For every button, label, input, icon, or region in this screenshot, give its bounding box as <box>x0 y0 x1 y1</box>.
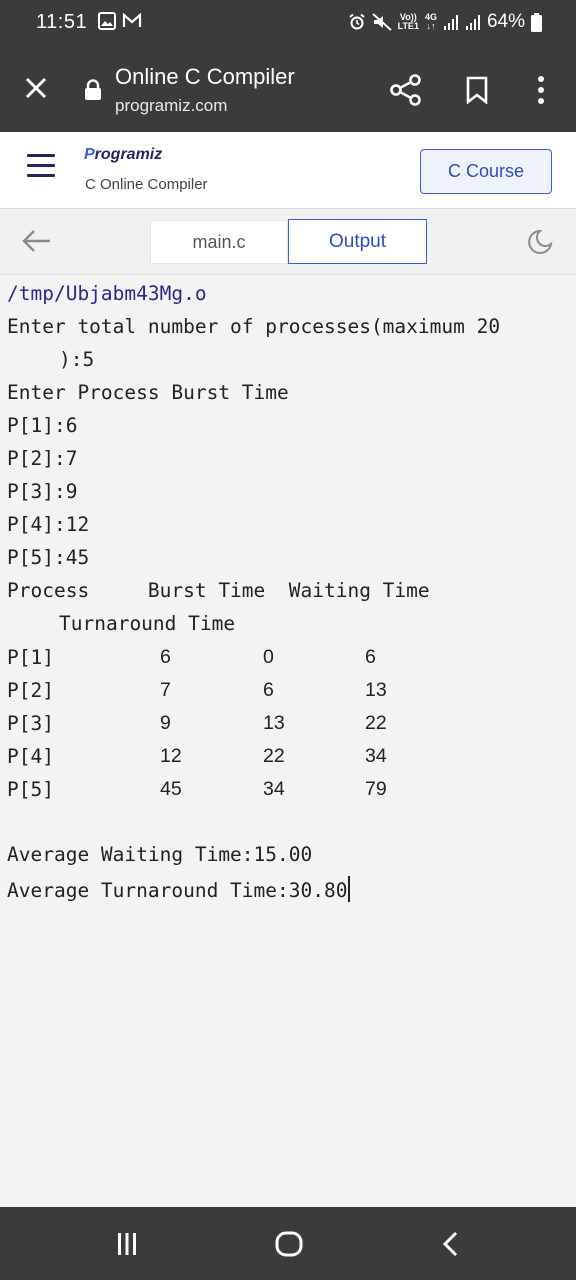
row-waiting: 0 <box>263 646 274 668</box>
status-right: Vo)) LTE1 4G ↓↑ 64% <box>348 11 542 33</box>
row-waiting: 34 <box>263 778 285 800</box>
row-process: P[1] <box>7 646 54 669</box>
output-console[interactable]: /tmp/Ubjabm43Mg.o Enter total number of … <box>0 276 576 1206</box>
output-path: /tmp/Ubjabm43Mg.o <box>7 282 207 305</box>
moon-icon[interactable] <box>526 228 554 256</box>
site-header: Programiz C Online Compiler C Course <box>0 132 576 209</box>
more-icon[interactable] <box>536 74 546 106</box>
volte-bottom: LTE1 <box>397 21 419 31</box>
page-title: Online C Compiler <box>115 64 295 89</box>
status-time: 11:51 <box>36 11 88 33</box>
text-cursor <box>348 876 351 902</box>
tab-main-c[interactable]: main.c <box>150 220 288 264</box>
row-waiting: 22 <box>263 745 285 767</box>
notification-icons <box>98 12 142 30</box>
output-table-header: Process Burst Time Waiting Time <box>7 579 430 602</box>
output-avg-turnaround-line: Average Turnaround Time:30.80 <box>7 876 351 902</box>
android-nav-bar <box>0 1207 576 1280</box>
row-turnaround: 6 <box>365 646 376 668</box>
output-table-header-wrap: Turnaround Time <box>59 612 236 635</box>
output-input-line: P[1]:6 <box>7 414 78 437</box>
row-turnaround: 22 <box>365 712 387 734</box>
menu-icon[interactable] <box>27 154 55 180</box>
page-url[interactable]: programiz.com <box>115 96 227 116</box>
row-turnaround: 79 <box>365 778 387 800</box>
data-arrows-icon: ↓↑ <box>426 21 436 31</box>
gallery-notification-icon <box>98 12 116 30</box>
output-input-line: P[2]:7 <box>7 447 78 470</box>
status-bar: 11:51 Vo)) LTE1 4G ↓↑ 64% <box>0 0 576 46</box>
home-icon[interactable] <box>275 1231 303 1257</box>
battery-percent: 64% <box>486 11 525 32</box>
output-input-line: P[4]:12 <box>7 513 90 536</box>
alarm-icon <box>348 13 365 30</box>
lock-icon[interactable] <box>84 79 102 101</box>
row-burst: 7 <box>160 679 171 701</box>
output-avg-turnaround: Average Turnaround Time:30.80 <box>7 879 348 902</box>
mute-icon <box>371 13 392 31</box>
row-waiting: 13 <box>263 712 285 734</box>
row-burst: 6 <box>160 646 171 668</box>
c-course-button[interactable]: C Course <box>420 149 552 194</box>
programiz-logo[interactable]: Programiz <box>84 146 162 164</box>
output-input-line: P[3]:9 <box>7 480 78 503</box>
gmail-notification-icon <box>122 13 142 27</box>
output-input-line: P[5]:45 <box>7 546 90 569</box>
bookmark-icon[interactable] <box>465 76 489 104</box>
volte-indicator: Vo)) LTE1 <box>398 13 419 31</box>
back-icon[interactable] <box>441 1231 459 1257</box>
browser-toolbar: Online C Compiler programiz.com <box>0 46 576 132</box>
tab-output[interactable]: Output <box>288 219 427 264</box>
output-prompt-line2: ):5 <box>59 348 95 371</box>
editor-tab-bar: main.c Output <box>0 209 576 275</box>
row-process: P[5] <box>7 778 54 801</box>
row-turnaround: 34 <box>365 745 387 767</box>
network-indicator: 4G ↓↑ <box>425 13 437 31</box>
back-arrow-icon[interactable] <box>20 227 52 255</box>
row-process: P[4] <box>7 745 54 768</box>
row-waiting: 6 <box>263 679 274 701</box>
share-icon[interactable] <box>390 74 422 106</box>
output-prompt-line1: Enter total number of processes(maximum … <box>7 315 501 338</box>
battery-icon <box>531 12 542 32</box>
signal-icon-1 <box>443 15 458 30</box>
close-icon[interactable] <box>22 74 50 102</box>
row-process: P[3] <box>7 712 54 735</box>
site-subtitle: C Online Compiler <box>85 176 208 193</box>
row-process: P[2] <box>7 679 54 702</box>
row-burst: 9 <box>160 712 171 734</box>
output-avg-waiting: Average Waiting Time:15.00 <box>7 843 313 866</box>
row-turnaround: 13 <box>365 679 387 701</box>
signal-icon-2 <box>465 15 480 30</box>
output-burst-prompt: Enter Process Burst Time <box>7 381 289 404</box>
recents-icon[interactable] <box>117 1232 137 1256</box>
row-burst: 12 <box>160 745 182 767</box>
row-burst: 45 <box>160 778 182 800</box>
